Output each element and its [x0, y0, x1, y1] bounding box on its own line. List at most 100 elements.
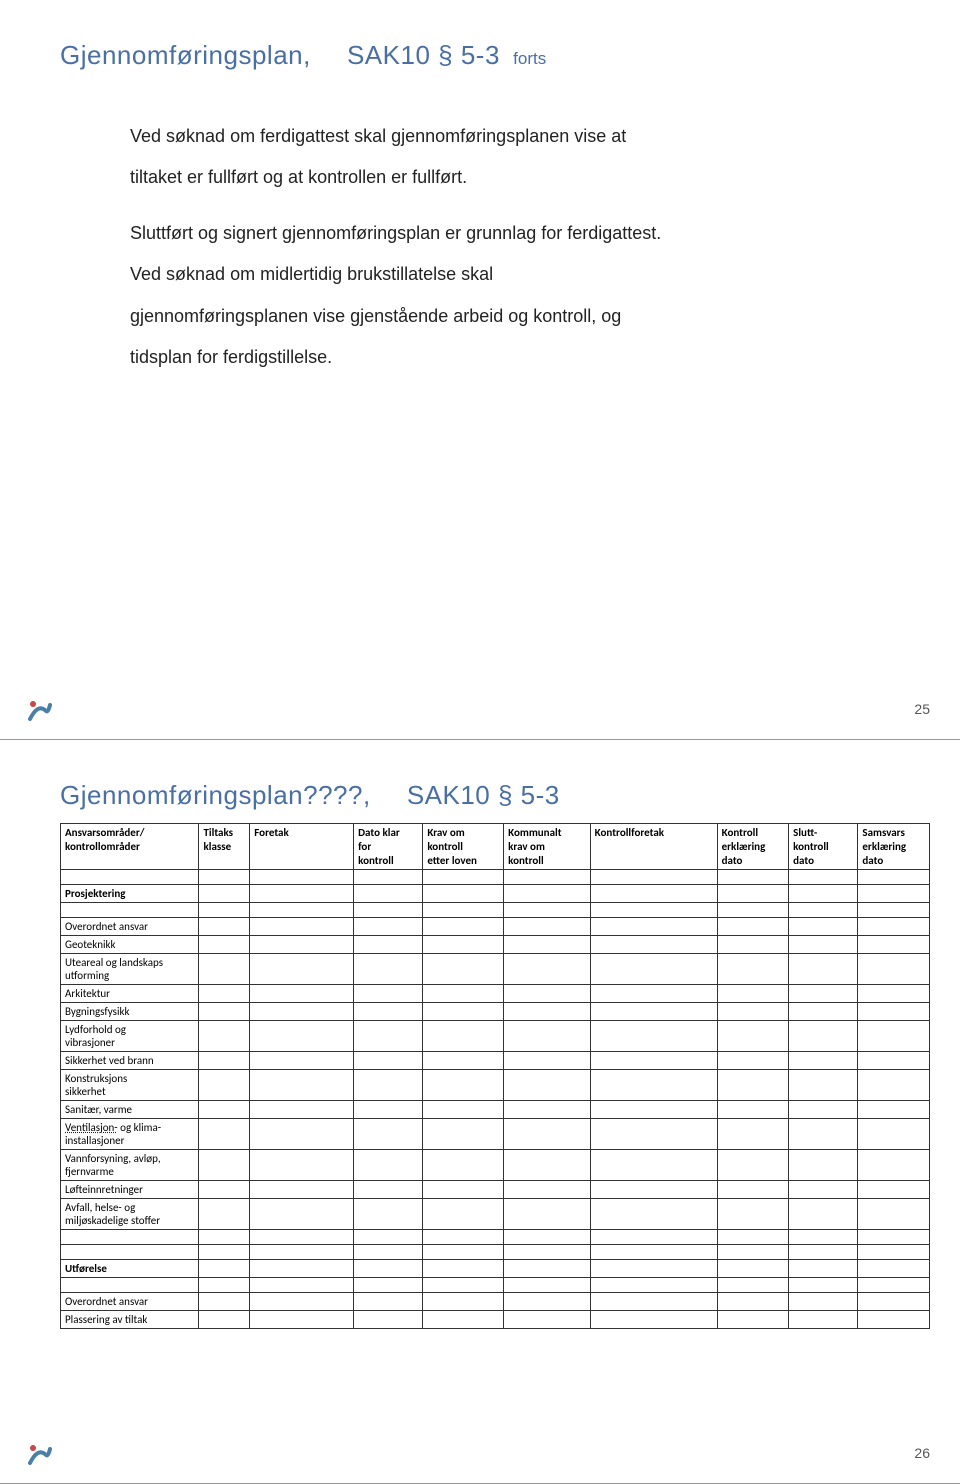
table-cell	[789, 985, 858, 1003]
table-cell	[717, 1181, 789, 1199]
body-line: gjennomføringsplanen vise gjenstående ar…	[130, 296, 870, 337]
table-header-cell: Ansvarsområder/kontrollområder	[61, 824, 199, 870]
table-cell	[789, 954, 858, 985]
table-cell	[199, 1150, 250, 1181]
table-cell	[858, 1181, 930, 1199]
table-cell	[590, 936, 717, 954]
table-row: Vannforsyning, avløp,fjernvarme	[61, 1150, 930, 1181]
table-cell: Plassering av tiltak	[61, 1311, 199, 1329]
table-row: Løfteinnretninger	[61, 1181, 930, 1199]
table-cell	[789, 885, 858, 903]
table-cell	[199, 1101, 250, 1119]
table-cell	[717, 1260, 789, 1278]
table-cell	[858, 1230, 930, 1245]
table-cell	[250, 1181, 354, 1199]
table-cell: Geoteknikk	[61, 936, 199, 954]
table-cell	[504, 1260, 591, 1278]
table-cell	[250, 885, 354, 903]
table-cell	[423, 918, 504, 936]
table-cell	[199, 985, 250, 1003]
table-cell	[199, 1021, 250, 1052]
table-cell	[504, 1052, 591, 1070]
table-cell	[423, 885, 504, 903]
table-cell	[590, 1070, 717, 1101]
table-cell	[717, 1003, 789, 1021]
table-cell	[717, 885, 789, 903]
table-cell	[504, 1101, 591, 1119]
gjennomforingsplan-table: Ansvarsområder/kontrollområderTiltakskla…	[60, 823, 930, 1329]
table-cell	[250, 1278, 354, 1293]
table-cell	[250, 1003, 354, 1021]
table-cell	[423, 1278, 504, 1293]
table-cell	[354, 870, 423, 885]
logo-icon	[26, 1441, 54, 1469]
table-cell	[590, 903, 717, 918]
table-cell	[250, 1230, 354, 1245]
table-cell	[504, 1245, 591, 1260]
table-header-row: Ansvarsområder/kontrollområderTiltakskla…	[61, 824, 930, 870]
table-cell	[717, 903, 789, 918]
table-cell	[717, 1199, 789, 1230]
table-row	[61, 903, 930, 918]
table-cell	[61, 1278, 199, 1293]
table-cell	[590, 1260, 717, 1278]
table-cell	[717, 870, 789, 885]
table-cell	[717, 1245, 789, 1260]
table-cell	[199, 1278, 250, 1293]
table-cell	[199, 1245, 250, 1260]
table-cell: Uteareal og landskapsutforming	[61, 954, 199, 985]
table-row: Prosjektering	[61, 885, 930, 903]
table-cell: Avfall, helse- ogmiljøskadelige stoffer	[61, 1199, 199, 1230]
table-cell	[423, 903, 504, 918]
table-header-cell: Slutt-kontrolldato	[789, 824, 858, 870]
table-cell	[250, 1311, 354, 1329]
table-cell	[199, 885, 250, 903]
table-cell	[354, 1003, 423, 1021]
table-cell	[199, 1070, 250, 1101]
table-cell: Ventilasjon- og klima-installasjoner	[61, 1119, 199, 1150]
slide2-title: Gjennomføringsplan????, SAK10 § 5-3	[60, 780, 900, 811]
table-cell	[717, 1070, 789, 1101]
table-cell	[858, 1003, 930, 1021]
table-cell	[858, 1293, 930, 1311]
table-cell	[590, 1003, 717, 1021]
table-cell	[590, 870, 717, 885]
table-cell	[199, 1181, 250, 1199]
table-cell	[858, 1052, 930, 1070]
table-row: Lydforhold ogvibrasjoner	[61, 1021, 930, 1052]
table-cell	[504, 1021, 591, 1052]
table-row: Uteareal og landskapsutforming	[61, 954, 930, 985]
table-cell	[789, 918, 858, 936]
table-cell	[858, 885, 930, 903]
table-header-cell: Tiltaksklasse	[199, 824, 250, 870]
table-cell	[590, 1293, 717, 1311]
table-cell	[354, 1119, 423, 1150]
slide1-title-suffix: forts	[513, 49, 546, 68]
table-cell	[61, 870, 199, 885]
table-cell	[199, 1003, 250, 1021]
table-cell	[354, 1181, 423, 1199]
table-cell	[590, 1311, 717, 1329]
table-cell	[423, 1101, 504, 1119]
table-cell	[858, 1311, 930, 1329]
table-cell	[717, 985, 789, 1003]
table-cell	[250, 903, 354, 918]
table-cell	[61, 1230, 199, 1245]
table-cell	[199, 954, 250, 985]
table-cell	[717, 954, 789, 985]
table-cell	[590, 1052, 717, 1070]
slide1-body: Ved søknad om ferdigattest skal gjennomf…	[130, 116, 870, 378]
table-cell	[717, 1021, 789, 1052]
slide1-title-ref: SAK10 § 5-3	[347, 40, 500, 70]
table-row: Geoteknikk	[61, 936, 930, 954]
table-cell	[717, 1278, 789, 1293]
table-cell	[504, 954, 591, 985]
table-cell	[717, 1119, 789, 1150]
table-cell	[717, 1293, 789, 1311]
table-cell	[354, 1278, 423, 1293]
table-cell	[354, 1101, 423, 1119]
table-cell	[423, 1311, 504, 1329]
table-cell	[858, 1119, 930, 1150]
table-cell	[789, 1230, 858, 1245]
table-cell	[858, 1260, 930, 1278]
